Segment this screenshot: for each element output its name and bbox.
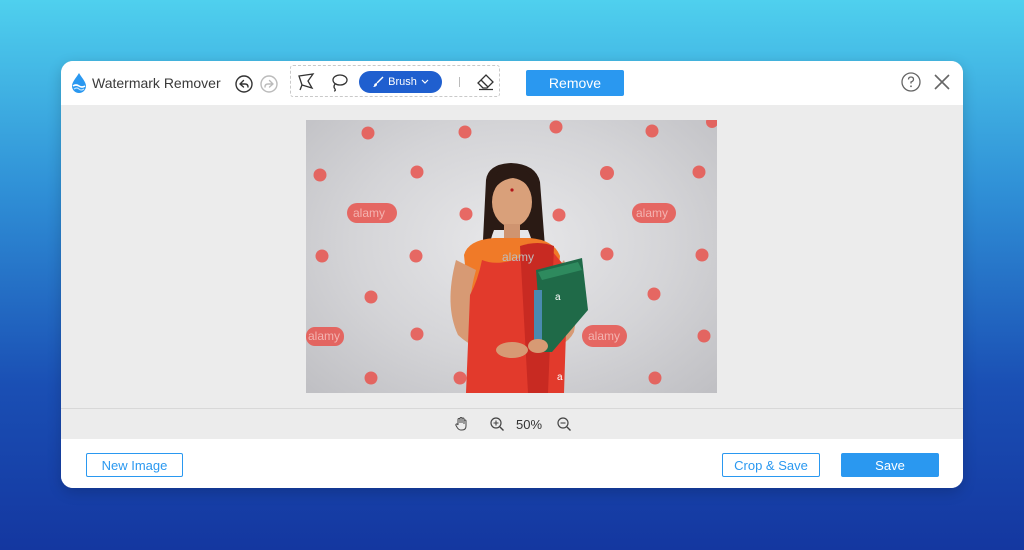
zoom-level: 50% — [516, 417, 543, 432]
hand-icon[interactable] — [453, 416, 469, 432]
watermark-label: alamy — [502, 250, 534, 264]
redo-icon[interactable] — [260, 75, 278, 93]
chevron-down-icon — [421, 79, 429, 85]
woman-figure — [450, 163, 588, 393]
watermark-label: alamy — [308, 329, 340, 343]
app-logo: Watermark Remover — [69, 72, 221, 94]
close-icon[interactable] — [933, 73, 951, 91]
brush-tool-button[interactable]: Brush — [359, 71, 442, 93]
brush-icon — [372, 76, 384, 88]
crop-save-button[interactable]: Crop & Save — [722, 453, 820, 477]
app-title: Watermark Remover — [92, 75, 221, 91]
undo-icon[interactable] — [235, 75, 253, 93]
watermark-label: alamy — [353, 206, 385, 220]
zoom-out-icon[interactable] — [556, 416, 572, 432]
selection-tool-group: Brush — [290, 65, 500, 97]
app-window: Watermark Remover Brush Remove alamy ala… — [61, 61, 963, 488]
watermark-letter: a — [557, 372, 563, 383]
zoom-bar: 50% — [61, 408, 963, 439]
photo-canvas: alamy alamy alamy alamy alamy a a — [306, 120, 717, 393]
watermark-letter: a — [555, 292, 561, 303]
eraser-icon[interactable] — [476, 72, 496, 92]
new-image-button[interactable]: New Image — [86, 453, 183, 477]
editor-canvas[interactable]: alamy alamy alamy alamy alamy a a — [61, 105, 963, 408]
lasso-icon[interactable] — [329, 72, 349, 92]
footer-bar: New Image Crop & Save Save — [61, 439, 963, 488]
help-icon[interactable] — [901, 72, 921, 92]
polygon-lasso-icon[interactable] — [296, 72, 316, 92]
toolbar-divider — [459, 77, 460, 87]
water-drop-icon — [69, 72, 89, 94]
watermark-label: alamy — [588, 329, 620, 343]
watermark-label: alamy — [636, 206, 668, 220]
top-toolbar: Watermark Remover Brush Remove — [61, 61, 963, 105]
zoom-in-icon[interactable] — [489, 416, 505, 432]
brush-label: Brush — [388, 76, 417, 88]
image-preview[interactable]: alamy alamy alamy alamy alamy a a — [306, 120, 717, 393]
remove-button[interactable]: Remove — [526, 70, 624, 96]
save-button[interactable]: Save — [841, 453, 939, 477]
